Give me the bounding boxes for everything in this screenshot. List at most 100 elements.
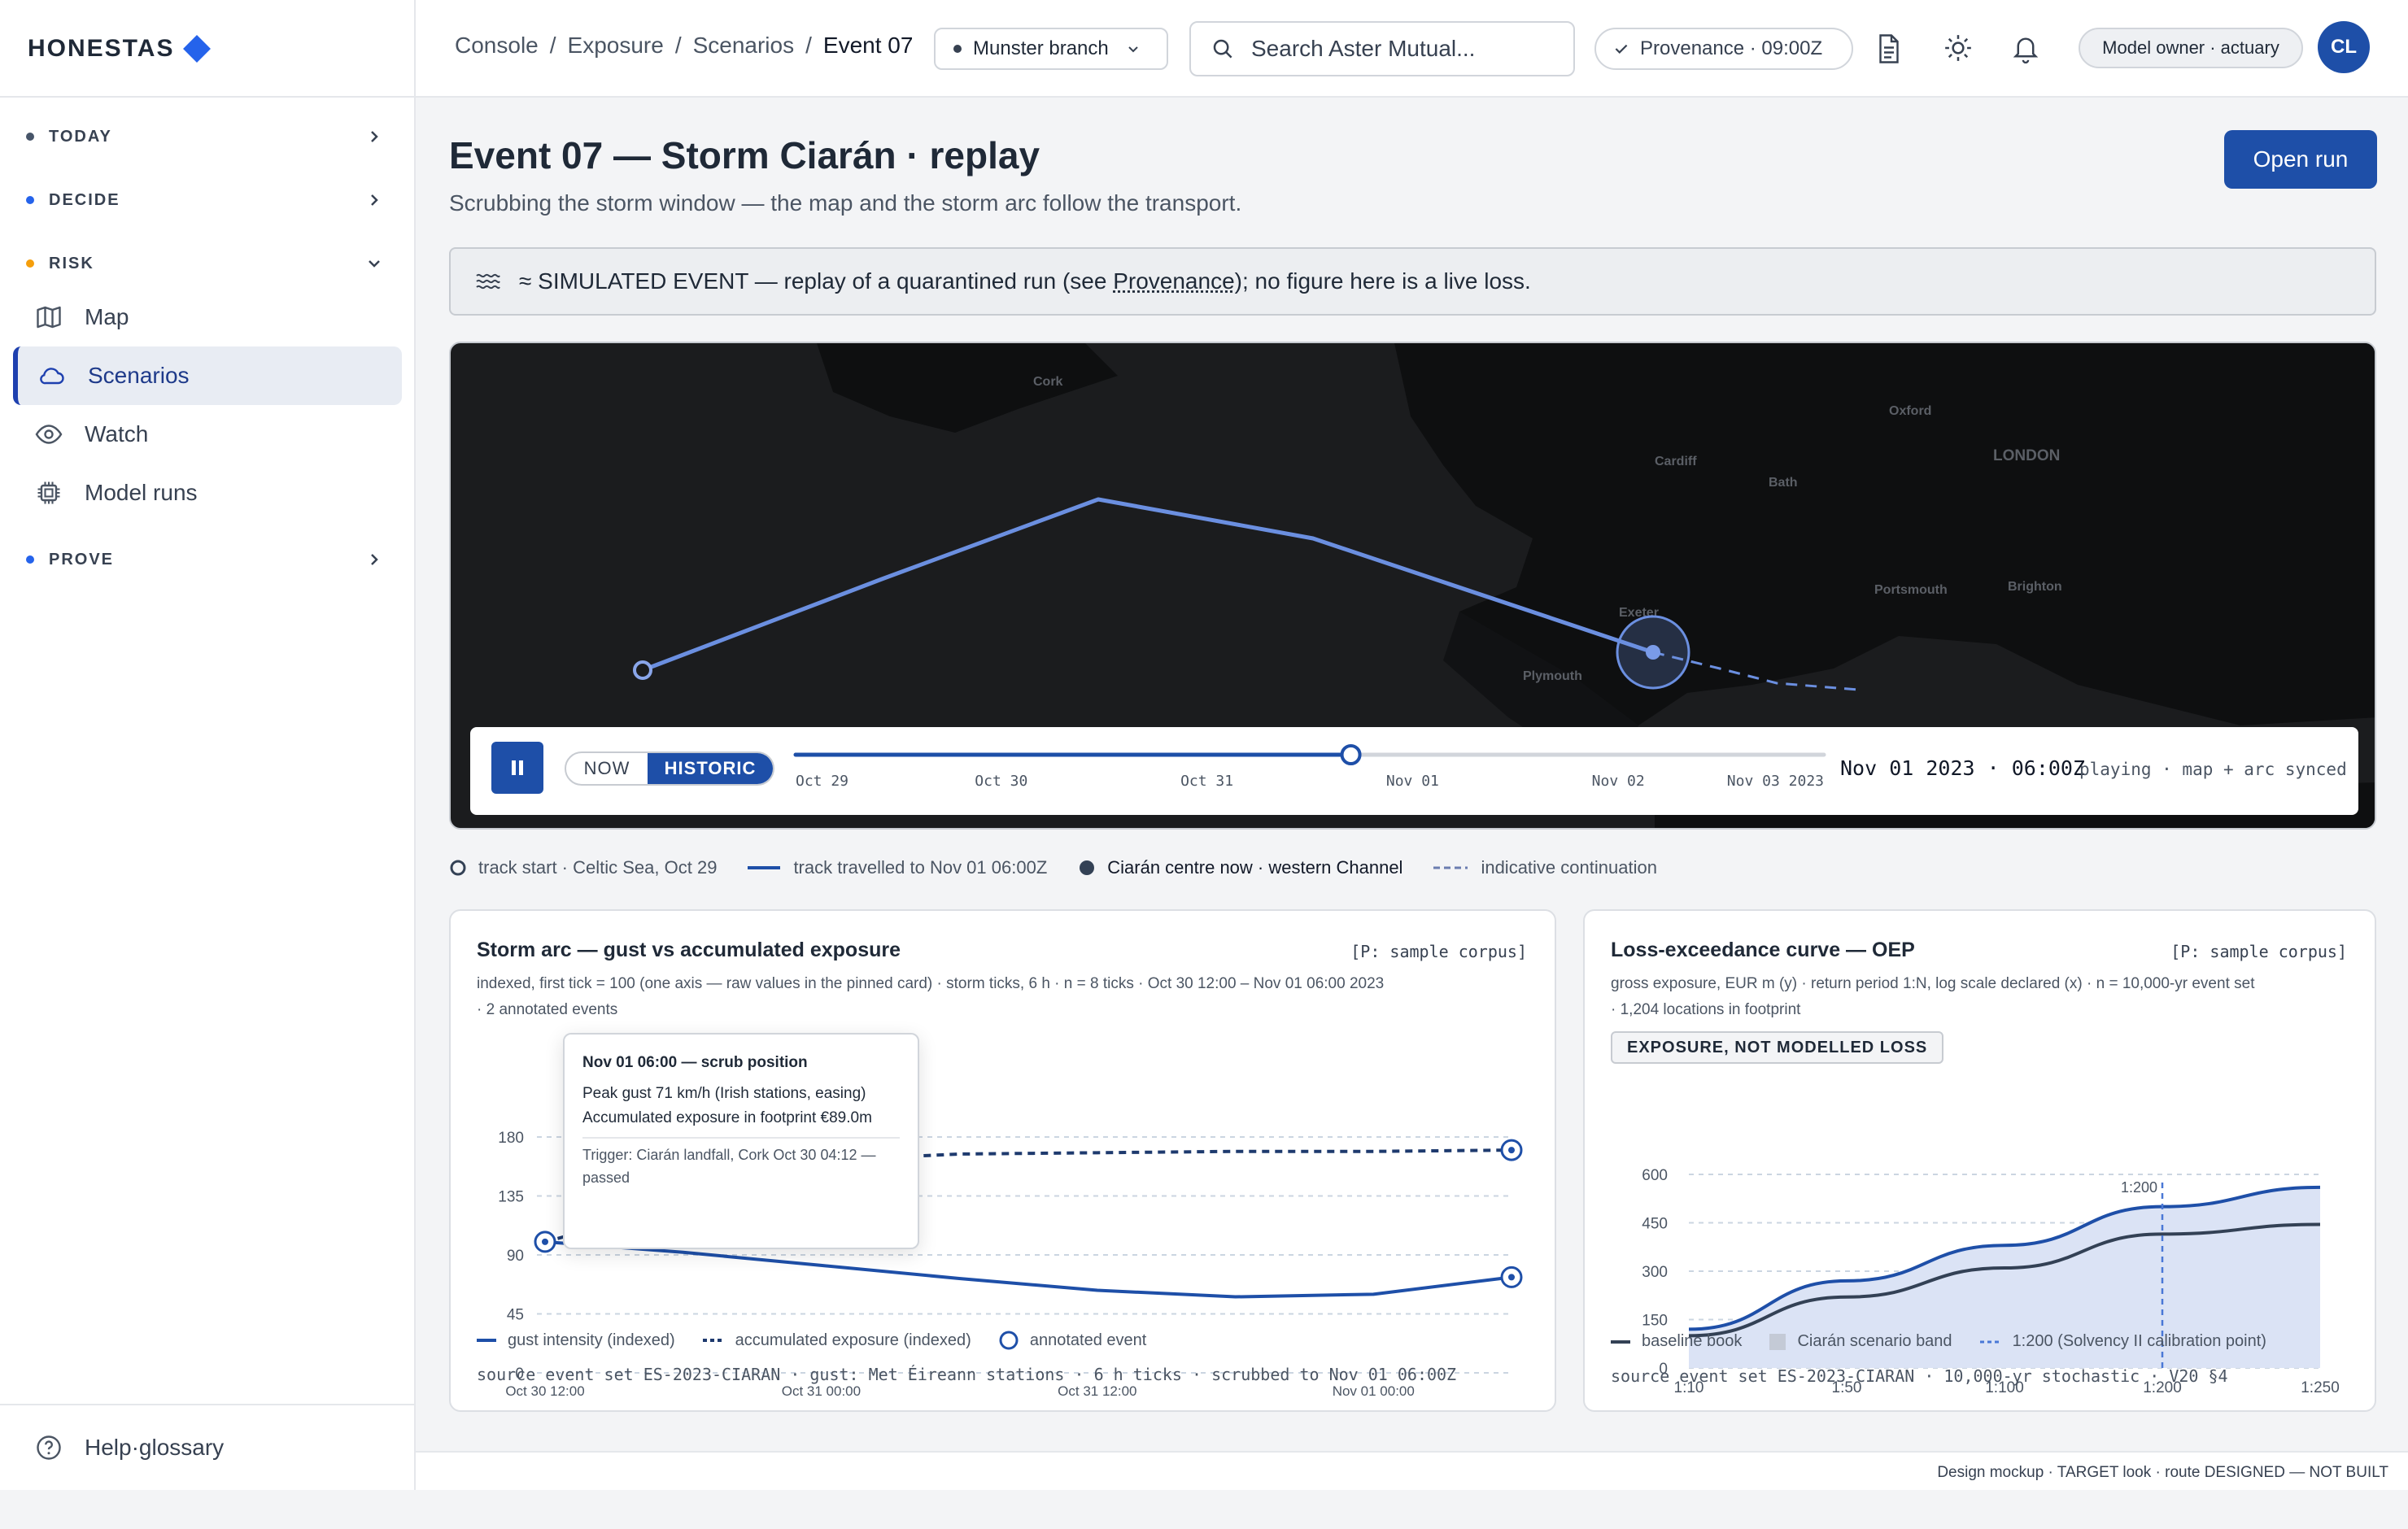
dashed-line-icon [1433,866,1468,869]
sidebar-item-scenarios[interactable]: Scenarios [13,346,402,405]
y-tick-label: 90 [507,1248,524,1265]
nav-group-today[interactable]: TODAY [26,120,390,153]
search-input[interactable]: Search Aster Mutual... [1189,21,1575,76]
role-label: Model owner · actuary [2102,37,2279,58]
role-badge[interactable]: Model owner · actuary [2079,28,2303,68]
sidebar: HONESTAS TODAY DECIDE RISK Map Scenarios… [0,0,416,1490]
reference-label: 1:200 [2121,1179,2157,1196]
map-icon [37,306,61,329]
sidebar-item-model-runs[interactable]: Model runs [13,464,402,522]
crumb-current: Event 07 [822,33,914,58]
place-label: LONDON [1993,447,2060,464]
storm-map[interactable]: Cork Oxford Cardiff LONDON Bath Exeter P… [449,342,2376,830]
help-icon [37,1435,61,1460]
legend-item: baseline book [1611,1332,1742,1351]
branch-dot [953,45,962,53]
page-subtitle: Scrubbing the storm window — the map and… [449,190,1242,216]
bell-icon[interactable] [2010,33,2041,65]
mode-historic[interactable]: HISTORIC [648,753,773,784]
app-root: HONESTAS TODAY DECIDE RISK Map Scenarios… [0,0,2408,1529]
timeline-handle[interactable] [1340,744,1362,765]
mode-now[interactable]: NOW [566,753,648,784]
legend-item: Ciarán scenario band [1769,1332,1952,1351]
scrub-tooltip: Nov 01 06:00 — scrub position Peak gust … [563,1033,919,1249]
legend-label: annotated event [1029,1331,1147,1349]
card-description: indexed, first tick = 100 (one axis — ra… [477,971,1384,1023]
avatar[interactable]: CL [2318,21,2370,73]
crumb-console[interactable]: Console [455,33,539,59]
map-legend: track start · Celtic Sea, Oct 29 track t… [449,856,1688,880]
nav-group-decide[interactable]: DECIDE [26,184,390,216]
x-tick-label: 1:250 [2301,1379,2340,1396]
hollow-circle-icon [999,1331,1019,1350]
theme-sun-icon[interactable] [1943,33,1974,63]
dashed-line-icon [702,1339,724,1342]
y-tick-label: 135 [498,1189,524,1206]
timeline-scrubber[interactable]: Oct 29 Oct 30 Oct 31 Nov 01 Nov 02 Nov 03 202… [792,737,1830,810]
tooltip-gust: Peak gust 71 km/h (Irish stations, easin… [582,1085,866,1102]
place-label: Plymouth [1523,669,1582,683]
document-icon[interactable] [1874,33,1904,65]
card-description: gross exposure, EUR m (y) · return perio… [1611,971,2254,1023]
playback-status: playing · map + arc synced [2079,760,2347,779]
pause-button[interactable] [491,742,543,794]
storm-centre-marker[interactable] [1646,645,1660,660]
legend-item: 1:200 (Solvency II calibration point) [1979,1332,2266,1351]
y-tick-label: 180 [498,1130,524,1147]
loss-exceedance-card: Loss-exceedance curve — OEP [P: sample c… [1583,909,2376,1412]
chart-source: source event set ES-2023-CIARAN · gust: … [477,1365,1457,1384]
sample-tag: [P: sample corpus] [2170,942,2347,961]
legend-label: baseline book [1642,1332,1743,1350]
brand-diamond-icon [183,35,212,63]
x-tick-label: Oct 31 00:00 [782,1383,861,1399]
avatar-initials: CL [2331,36,2357,58]
nav-group-prove[interactable]: PROVE [26,543,390,576]
brand-logo[interactable]: HONESTAS [28,33,212,65]
legend-label: indicative continuation [1481,857,1657,878]
crumb-scenarios[interactable]: Scenarios [693,33,795,59]
provenance-badge[interactable]: Provenance · 09:00Z [1594,28,1853,70]
x-tick-label: Oct 31 12:00 [1058,1383,1136,1399]
track-start-marker[interactable] [633,660,652,680]
sidebar-divider [0,96,416,98]
y-tick-label: 150 [1642,1313,1668,1330]
group-label: TODAY [49,127,112,146]
nav-group-risk[interactable]: RISK [26,247,390,280]
banner-text: ≈ SIMULATED EVENT — replay of a quaranti… [519,268,1114,294]
gust-intensity-line [544,1239,1512,1299]
chip-icon [37,481,60,504]
oep-chart[interactable]: 01503004506001:10 1:50 1:100 1:200 1:2501:20… [1585,1065,2378,1407]
provenance-link[interactable]: Provenance [1113,268,1234,294]
place-label: Oxford [1889,404,1931,418]
tooltip-exposure: Accumulated exposure in footprint €89.0m [582,1109,872,1126]
chevron-right-icon [371,554,378,565]
x-tick-label: Oct 30 12:00 [505,1383,584,1399]
y-tick-label: 600 [1642,1167,1668,1184]
legend-item: accumulated exposure (indexed) [702,1331,971,1350]
crumb-separator: / [549,33,556,58]
desc-line: · 1,204 locations in footprint [1611,1001,1801,1018]
sample-tag: [P: sample corpus] [1350,942,1527,961]
card-title: Storm arc — gust vs accumulated exposure [477,939,901,961]
place-label: Bath [1769,476,1798,490]
timeline-tick-label: Oct 31 [1180,773,1233,790]
branch-selector[interactable]: Munster branch [934,28,1168,70]
legend-item: track travelled to Nov 01 06:00Z [748,857,1047,878]
search-placeholder: Search Aster Mutual... [1251,36,1476,61]
provenance-label: Provenance · 09:00Z [1640,37,1823,59]
sidebar-item-label: Map [85,304,129,329]
sidebar-item-help[interactable]: Help·glossary [13,1418,402,1477]
branch-label: Munster branch [973,37,1109,59]
sidebar-item-map[interactable]: Map [13,288,402,346]
storm-arc-card: Storm arc — gust vs accumulated exposure… [449,909,1556,1412]
annotated-event-dot [1508,1147,1515,1154]
legend-item: indicative continuation [1433,857,1657,878]
tooltip-heading: Nov 01 06:00 — scrub position [582,1054,808,1071]
crumb-exposure[interactable]: Exposure [568,33,664,59]
open-run-button[interactable]: Open run [2224,130,2377,189]
timeline-tick-label: Nov 01 [1386,773,1439,790]
sidebar-item-watch[interactable]: Watch [13,405,402,464]
legend-label: Ciarán scenario band [1797,1332,1952,1350]
scrub-timestamp: Nov 01 2023 · 06:00Z [1840,756,2086,780]
legend-label: 1:200 (Solvency II calibration point) [2012,1332,2266,1350]
